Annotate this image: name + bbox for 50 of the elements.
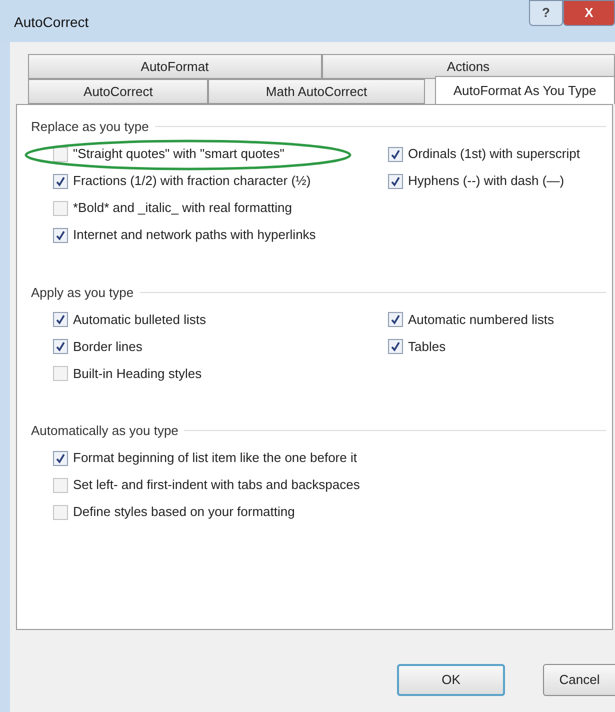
checkbox[interactable]: [53, 366, 68, 381]
checkbox-label: Automatic bulleted lists: [73, 310, 206, 329]
checkmark-icon: [55, 230, 66, 240]
checkbox[interactable]: [53, 450, 68, 466]
checkbox[interactable]: [53, 200, 68, 216]
window-title: AutoCorrect: [14, 13, 89, 32]
tab[interactable]: AutoFormat: [28, 54, 322, 79]
checkbox-label: Tables: [408, 338, 446, 356]
tab[interactable]: AutoFormat As You Type: [434, 76, 615, 104]
section-heading: Apply as you type: [31, 284, 134, 302]
checkmark-icon: [390, 148, 401, 160]
checkbox-label: Set left- and first-indent with tabs and backspaces: [73, 476, 360, 494]
checkbox-label: Built-in Heading styles: [73, 364, 202, 383]
checkbox-label: Format beginning of list item like the one before it: [73, 449, 357, 468]
checkbox-label: Border lines: [73, 338, 142, 356]
checkbox[interactable]: [53, 312, 68, 327]
checkmark-icon: [390, 341, 401, 352]
close-button[interactable]: X: [563, 0, 615, 26]
section-heading: Replace as you type: [31, 118, 149, 136]
checkmark-icon: [390, 314, 401, 325]
checkmark-icon: [55, 341, 66, 352]
help-button[interactable]: ?: [529, 0, 563, 26]
checkbox[interactable]: [388, 146, 403, 162]
checkmark-icon: [55, 176, 66, 186]
checkmark-icon: [390, 176, 401, 186]
checkbox-label: Automatic numbered lists: [408, 310, 554, 329]
checkbox[interactable]: [53, 228, 68, 242]
checkbox-label: Hyphens (--) with dash (—): [408, 172, 564, 190]
checkbox[interactable]: [53, 339, 68, 354]
checkmark-icon: [55, 314, 66, 325]
tab[interactable]: AutoCorrect: [28, 79, 208, 104]
checkbox[interactable]: [53, 504, 68, 520]
checkbox-label: Internet and network paths with hyperlinks: [73, 226, 316, 244]
checkbox-label: Fractions (1/2) with fraction character (½): [73, 172, 311, 190]
checkbox[interactable]: [53, 174, 68, 188]
cancel-button[interactable]: Cancel: [543, 664, 615, 696]
checkbox-label: Define styles based on your formatting: [73, 503, 295, 522]
checkbox[interactable]: [53, 146, 68, 162]
checkbox[interactable]: [53, 478, 68, 492]
tab[interactable]: Actions: [322, 54, 615, 79]
tab[interactable]: Math AutoCorrect: [208, 79, 425, 104]
checkbox-label: "Straight quotes" with "smart quotes": [73, 145, 284, 164]
checkbox[interactable]: [388, 312, 403, 327]
checkbox[interactable]: [388, 339, 403, 354]
checkbox-label: Ordinals (1st) with superscript: [408, 145, 580, 164]
section-heading: Automatically as you type: [31, 422, 178, 440]
ok-button[interactable]: OK: [397, 664, 505, 696]
checkbox-label: *Bold* and _italic_ with real formatting: [73, 199, 292, 218]
checkbox[interactable]: [388, 174, 403, 188]
checkmark-icon: [55, 452, 66, 464]
